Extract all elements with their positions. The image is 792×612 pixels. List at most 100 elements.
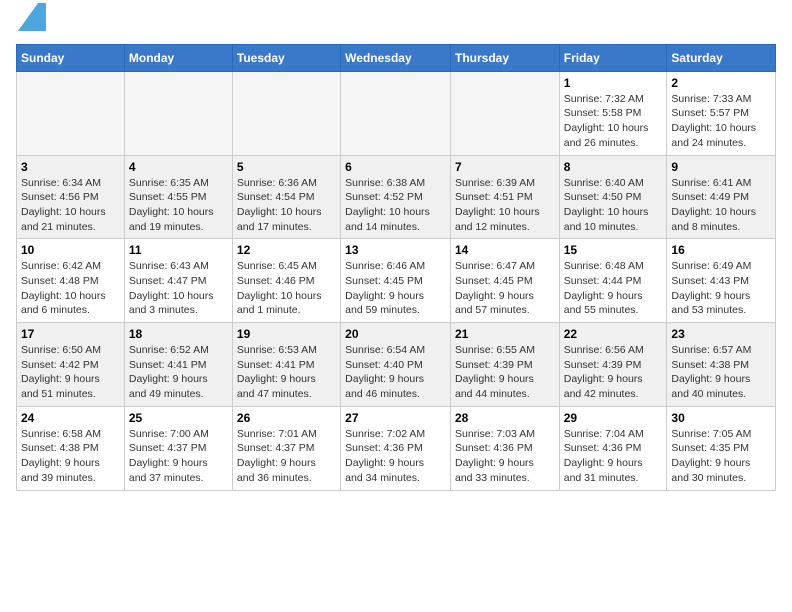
calendar-cell: 16Sunrise: 6:49 AM Sunset: 4:43 PM Dayli… bbox=[667, 239, 776, 323]
day-number: 20 bbox=[345, 327, 446, 341]
calendar-cell: 23 Sunrise: 6:57 AM Sunset: 4:38 PM Dayli… bbox=[667, 323, 776, 407]
calendar-cell: 2Sunrise: 7:33 AM Sunset: 5:57 PM Daylig… bbox=[667, 71, 776, 155]
day-info: Sunrise: 6:45 AM Sunset: 4:46 PM Dayligh… bbox=[237, 259, 336, 318]
calendar-cell: 25 Sunrise: 7:00 AM Sunset: 4:37 PM Dayli… bbox=[124, 406, 232, 490]
calendar-cell: 29 Sunrise: 7:04 AM Sunset: 4:36 PM Dayli… bbox=[559, 406, 667, 490]
calendar-cell: 24 Sunrise: 6:58 AM Sunset: 4:38 PM Dayli… bbox=[17, 406, 125, 490]
day-info: Sunrise: 6:39 AM Sunset: 4:51 PM Dayligh… bbox=[455, 176, 555, 235]
calendar-week-5: 24 Sunrise: 6:58 AM Sunset: 4:38 PM Dayli… bbox=[17, 406, 776, 490]
day-number: 28 bbox=[455, 411, 555, 425]
calendar-cell: 4 Sunrise: 6:35 AM Sunset: 4:55 PM Daylig… bbox=[124, 155, 232, 239]
calendar-cell: 27 Sunrise: 7:02 AM Sunset: 4:36 PM Dayli… bbox=[341, 406, 451, 490]
day-info: Sunrise: 6:52 AM Sunset: 4:41 PM Dayligh… bbox=[129, 343, 228, 402]
calendar-cell: 7 Sunrise: 6:39 AM Sunset: 4:51 PM Daylig… bbox=[450, 155, 559, 239]
day-number: 14 bbox=[455, 243, 555, 257]
day-number: 5 bbox=[237, 160, 336, 174]
day-info: Sunrise: 6:50 AM Sunset: 4:42 PM Dayligh… bbox=[21, 343, 120, 402]
calendar-cell: 10 Sunrise: 6:42 AM Sunset: 4:48 PM Dayli… bbox=[17, 239, 125, 323]
calendar-week-3: 10 Sunrise: 6:42 AM Sunset: 4:48 PM Dayli… bbox=[17, 239, 776, 323]
calendar-cell: 19Sunrise: 6:53 AM Sunset: 4:41 PM Dayli… bbox=[232, 323, 340, 407]
calendar-cell bbox=[124, 71, 232, 155]
calendar-cell bbox=[17, 71, 125, 155]
calendar-cell: 20 Sunrise: 6:54 AM Sunset: 4:40 PM Dayli… bbox=[341, 323, 451, 407]
calendar-week-1: 1 Sunrise: 7:32 AM Sunset: 5:58 PM Daylig… bbox=[17, 71, 776, 155]
logo-icon bbox=[18, 3, 46, 31]
day-number: 27 bbox=[345, 411, 446, 425]
day-info: Sunrise: 6:56 AM Sunset: 4:39 PM Dayligh… bbox=[564, 343, 663, 402]
day-info: Sunrise: 7:33 AM Sunset: 5:57 PM Dayligh… bbox=[671, 92, 771, 151]
day-number: 6 bbox=[345, 160, 446, 174]
calendar-cell: 17Sunrise: 6:50 AM Sunset: 4:42 PM Dayli… bbox=[17, 323, 125, 407]
day-number: 29 bbox=[564, 411, 663, 425]
day-number: 23 bbox=[671, 327, 771, 341]
calendar-cell: 15 Sunrise: 6:48 AM Sunset: 4:44 PM Dayli… bbox=[559, 239, 667, 323]
calendar-cell: 28 Sunrise: 7:03 AM Sunset: 4:36 PM Dayli… bbox=[450, 406, 559, 490]
day-info: Sunrise: 7:03 AM Sunset: 4:36 PM Dayligh… bbox=[455, 427, 555, 486]
calendar-header-row: SundayMondayTuesdayWednesdayThursdayFrid… bbox=[17, 44, 776, 71]
day-info: Sunrise: 7:00 AM Sunset: 4:37 PM Dayligh… bbox=[129, 427, 228, 486]
header-sunday: Sunday bbox=[17, 44, 125, 71]
calendar-cell: 14Sunrise: 6:47 AM Sunset: 4:45 PM Dayli… bbox=[450, 239, 559, 323]
day-info: Sunrise: 6:58 AM Sunset: 4:38 PM Dayligh… bbox=[21, 427, 120, 486]
day-info: Sunrise: 6:35 AM Sunset: 4:55 PM Dayligh… bbox=[129, 176, 228, 235]
day-info: Sunrise: 6:49 AM Sunset: 4:43 PM Dayligh… bbox=[671, 259, 771, 318]
header-thursday: Thursday bbox=[450, 44, 559, 71]
day-number: 10 bbox=[21, 243, 120, 257]
calendar: SundayMondayTuesdayWednesdayThursdayFrid… bbox=[16, 44, 776, 491]
day-number: 4 bbox=[129, 160, 228, 174]
calendar-cell: 12Sunrise: 6:45 AM Sunset: 4:46 PM Dayli… bbox=[232, 239, 340, 323]
day-info: Sunrise: 6:57 AM Sunset: 4:38 PM Dayligh… bbox=[671, 343, 771, 402]
day-info: Sunrise: 6:38 AM Sunset: 4:52 PM Dayligh… bbox=[345, 176, 446, 235]
day-number: 13 bbox=[345, 243, 446, 257]
day-info: Sunrise: 6:40 AM Sunset: 4:50 PM Dayligh… bbox=[564, 176, 663, 235]
header-tuesday: Tuesday bbox=[232, 44, 340, 71]
day-info: Sunrise: 7:05 AM Sunset: 4:35 PM Dayligh… bbox=[671, 427, 771, 486]
calendar-cell: 30 Sunrise: 7:05 AM Sunset: 4:35 PM Dayli… bbox=[667, 406, 776, 490]
day-number: 30 bbox=[671, 411, 771, 425]
day-info: Sunrise: 7:04 AM Sunset: 4:36 PM Dayligh… bbox=[564, 427, 663, 486]
day-number: 7 bbox=[455, 160, 555, 174]
day-number: 24 bbox=[21, 411, 120, 425]
day-info: Sunrise: 6:48 AM Sunset: 4:44 PM Dayligh… bbox=[564, 259, 663, 318]
day-info: Sunrise: 6:42 AM Sunset: 4:48 PM Dayligh… bbox=[21, 259, 120, 318]
day-info: Sunrise: 6:53 AM Sunset: 4:41 PM Dayligh… bbox=[237, 343, 336, 402]
calendar-cell: 1 Sunrise: 7:32 AM Sunset: 5:58 PM Daylig… bbox=[559, 71, 667, 155]
day-number: 3 bbox=[21, 160, 120, 174]
header-saturday: Saturday bbox=[667, 44, 776, 71]
day-number: 9 bbox=[671, 160, 771, 174]
calendar-cell: 26Sunrise: 7:01 AM Sunset: 4:37 PM Dayli… bbox=[232, 406, 340, 490]
calendar-cell: 6 Sunrise: 6:38 AM Sunset: 4:52 PM Daylig… bbox=[341, 155, 451, 239]
calendar-cell: 8 Sunrise: 6:40 AM Sunset: 4:50 PM Daylig… bbox=[559, 155, 667, 239]
calendar-cell bbox=[450, 71, 559, 155]
header-monday: Monday bbox=[124, 44, 232, 71]
day-info: Sunrise: 6:55 AM Sunset: 4:39 PM Dayligh… bbox=[455, 343, 555, 402]
calendar-cell: 13 Sunrise: 6:46 AM Sunset: 4:45 PM Dayli… bbox=[341, 239, 451, 323]
day-info: Sunrise: 7:01 AM Sunset: 4:37 PM Dayligh… bbox=[237, 427, 336, 486]
day-info: Sunrise: 7:02 AM Sunset: 4:36 PM Dayligh… bbox=[345, 427, 446, 486]
calendar-cell: 21 Sunrise: 6:55 AM Sunset: 4:39 PM Dayli… bbox=[450, 323, 559, 407]
calendar-week-2: 3 Sunrise: 6:34 AM Sunset: 4:56 PM Daylig… bbox=[17, 155, 776, 239]
day-info: Sunrise: 6:34 AM Sunset: 4:56 PM Dayligh… bbox=[21, 176, 120, 235]
day-info: Sunrise: 6:46 AM Sunset: 4:45 PM Dayligh… bbox=[345, 259, 446, 318]
logo bbox=[16, 16, 46, 36]
calendar-cell: 3 Sunrise: 6:34 AM Sunset: 4:56 PM Daylig… bbox=[17, 155, 125, 239]
day-number: 21 bbox=[455, 327, 555, 341]
day-number: 15 bbox=[564, 243, 663, 257]
calendar-cell: 22 Sunrise: 6:56 AM Sunset: 4:39 PM Dayli… bbox=[559, 323, 667, 407]
day-info: Sunrise: 7:32 AM Sunset: 5:58 PM Dayligh… bbox=[564, 92, 663, 151]
calendar-cell bbox=[232, 71, 340, 155]
calendar-cell: 18 Sunrise: 6:52 AM Sunset: 4:41 PM Dayli… bbox=[124, 323, 232, 407]
calendar-week-4: 17Sunrise: 6:50 AM Sunset: 4:42 PM Dayli… bbox=[17, 323, 776, 407]
day-number: 22 bbox=[564, 327, 663, 341]
day-number: 8 bbox=[564, 160, 663, 174]
day-info: Sunrise: 6:36 AM Sunset: 4:54 PM Dayligh… bbox=[237, 176, 336, 235]
day-info: Sunrise: 6:41 AM Sunset: 4:49 PM Dayligh… bbox=[671, 176, 771, 235]
day-number: 25 bbox=[129, 411, 228, 425]
day-number: 1 bbox=[564, 76, 663, 90]
calendar-cell: 9 Sunrise: 6:41 AM Sunset: 4:49 PM Daylig… bbox=[667, 155, 776, 239]
header-wednesday: Wednesday bbox=[341, 44, 451, 71]
day-info: Sunrise: 6:43 AM Sunset: 4:47 PM Dayligh… bbox=[129, 259, 228, 318]
day-number: 18 bbox=[129, 327, 228, 341]
day-info: Sunrise: 6:54 AM Sunset: 4:40 PM Dayligh… bbox=[345, 343, 446, 402]
header-friday: Friday bbox=[559, 44, 667, 71]
